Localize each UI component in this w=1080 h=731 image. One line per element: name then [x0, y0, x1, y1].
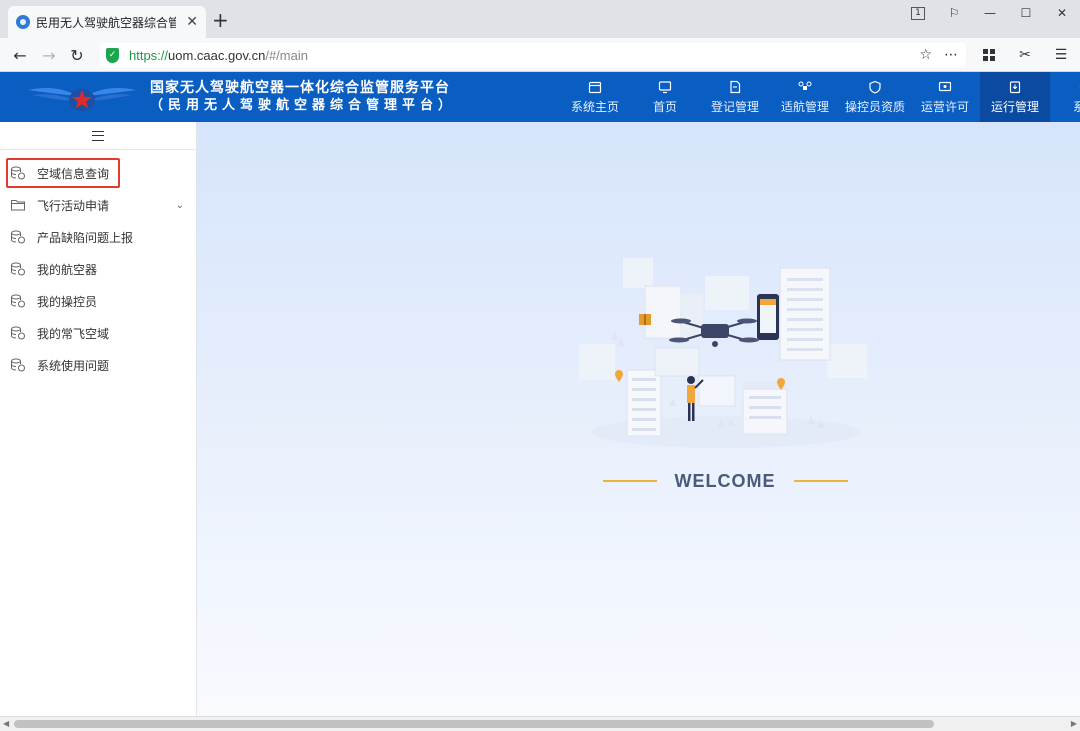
monitor-icon — [658, 80, 672, 94]
maximize-button[interactable]: ☐ — [1008, 0, 1044, 26]
nav-system[interactable]: 系统 — [1050, 72, 1080, 122]
site-title-sub: （民用无人驾驶航空器综合管理平台） — [150, 98, 457, 113]
document-edit-icon — [728, 80, 742, 94]
main-content: WELCOME — [197, 122, 1080, 716]
sidebar-item-flight-application[interactable]: 飞行活动申请 ⌄ — [10, 192, 196, 218]
sidebar-item-my-frequent-airspace[interactable]: 我的常飞空域 — [10, 320, 196, 346]
close-window-button[interactable]: ✕ — [1044, 0, 1080, 26]
back-arrow-icon[interactable]: ← — [8, 43, 32, 67]
database-icon — [10, 326, 26, 340]
url-text: https://uom.caac.gov.cn/#/main — [129, 47, 308, 63]
sidebar-item-label: 我的航空器 — [37, 262, 98, 277]
sidebar-item-my-operators[interactable]: 我的操控员 — [10, 288, 196, 314]
drone-icon — [798, 80, 812, 94]
apps-grid-icon[interactable] — [978, 43, 1000, 67]
nav-system-home[interactable]: 系统主页 — [560, 72, 630, 122]
minimize-button[interactable]: — — [972, 0, 1008, 26]
nav-operation-management[interactable]: 运行管理 — [980, 72, 1050, 122]
star-bookmark-icon[interactable]: ☆ — [919, 47, 932, 63]
hamburger-icon — [92, 130, 104, 141]
welcome-divider-right — [793, 480, 848, 482]
sidebar-item-system-usage-issues[interactable]: 系统使用问题 — [10, 352, 196, 378]
welcome-divider-left — [602, 480, 657, 482]
scrollbar-thumb[interactable] — [14, 720, 934, 728]
chevron-down-icon: ⌄ — [175, 199, 184, 211]
browser-tab-strip: 民用无人驾驶航空器综合管理 ✕ + 1 ⚐ — ☐ ✕ — [0, 0, 1080, 38]
more-dots-icon[interactable]: ⋯ — [944, 47, 958, 63]
tab-title: 民用无人驾驶航空器综合管理 — [36, 15, 176, 30]
database-icon — [10, 262, 26, 276]
welcome-text: WELCOME — [674, 470, 776, 491]
sidebar-item-airspace-query[interactable]: 空域信息查询 — [10, 160, 196, 186]
new-tab-button[interactable]: + — [212, 10, 229, 30]
nav-home[interactable]: 首页 — [630, 72, 700, 122]
sidebar-item-defect-report[interactable]: 产品缺陷问题上报 — [10, 224, 196, 250]
database-icon — [10, 294, 26, 308]
clipboard-icon — [1008, 80, 1022, 94]
database-icon — [10, 166, 26, 180]
reload-icon[interactable]: ↻ — [65, 43, 89, 67]
screen-icon — [938, 80, 952, 94]
shirt-skin-icon[interactable]: ⚐ — [936, 0, 972, 26]
scroll-left-arrow-icon[interactable]: ◀ — [3, 719, 9, 728]
secure-shield-icon: ✓ — [106, 47, 119, 63]
horizontal-scrollbar[interactable]: ◀ ▶ — [0, 716, 1080, 731]
sidebar-item-label: 我的操控员 — [37, 294, 98, 309]
drone-city-illustration — [579, 258, 867, 448]
site-favicon-icon — [16, 15, 30, 29]
database-icon — [10, 358, 26, 372]
address-bar: ← → ↻ ✓ https://uom.caac.gov.cn/#/main ☆… — [0, 38, 1080, 72]
sidebar-item-label: 系统使用问题 — [37, 358, 110, 373]
sidebar: 空域信息查询 飞行活动申请 ⌄ 产品缺陷问题上报 我的航空器 我的操控员 我的常… — [0, 122, 197, 716]
site-header: 国家无人驾驶航空器一体化综合监管服务平台 （民用无人驾驶航空器综合管理平台） 系… — [0, 72, 1080, 122]
sidebar-item-label: 飞行活动申请 — [37, 198, 110, 213]
welcome-banner: WELCOME — [600, 470, 850, 492]
scroll-right-arrow-icon[interactable]: ▶ — [1071, 719, 1077, 728]
site-title: 国家无人驾驶航空器一体化综合监管服务平台 （民用无人驾驶航空器综合管理平台） — [150, 79, 456, 115]
forward-arrow-icon[interactable]: → — [37, 43, 61, 67]
url-input[interactable]: ✓ https://uom.caac.gov.cn/#/main ☆ ⋯ — [100, 43, 966, 67]
tab-count-button[interactable]: 1 — [900, 0, 936, 26]
scissors-icon[interactable]: ✂ — [1014, 43, 1036, 67]
calendar-icon — [588, 80, 602, 94]
menu-icon[interactable]: ☰ — [1050, 43, 1072, 67]
shield-icon — [868, 80, 882, 94]
browser-tab[interactable]: 民用无人驾驶航空器综合管理 ✕ — [8, 6, 206, 38]
sidebar-item-my-aircraft[interactable]: 我的航空器 — [10, 256, 196, 282]
site-title-main: 国家无人驾驶航空器一体化综合监管服务平台 — [150, 80, 450, 96]
tab-close-icon[interactable]: ✕ — [186, 14, 198, 30]
top-nav: 系统主页 首页 登记管理 适航管理 操控员资质 运营许可 运行管理 系统 — [560, 72, 1080, 122]
sidebar-item-label: 产品缺陷问题上报 — [37, 230, 134, 245]
sidebar-item-label: 空域信息查询 — [37, 166, 110, 181]
nav-operator-qualification[interactable]: 操控员资质 — [840, 72, 910, 122]
sidebar-collapse-button[interactable] — [0, 122, 196, 150]
nav-operation-license[interactable]: 运营许可 — [910, 72, 980, 122]
sidebar-item-label: 我的常飞空域 — [37, 326, 110, 341]
folder-icon — [10, 198, 26, 212]
window-controls: 1 ⚐ — ☐ ✕ — [900, 0, 1080, 26]
nav-registration[interactable]: 登记管理 — [700, 72, 770, 122]
database-icon — [10, 230, 26, 244]
nav-airworthiness[interactable]: 适航管理 — [770, 72, 840, 122]
caac-logo-icon — [28, 88, 136, 111]
